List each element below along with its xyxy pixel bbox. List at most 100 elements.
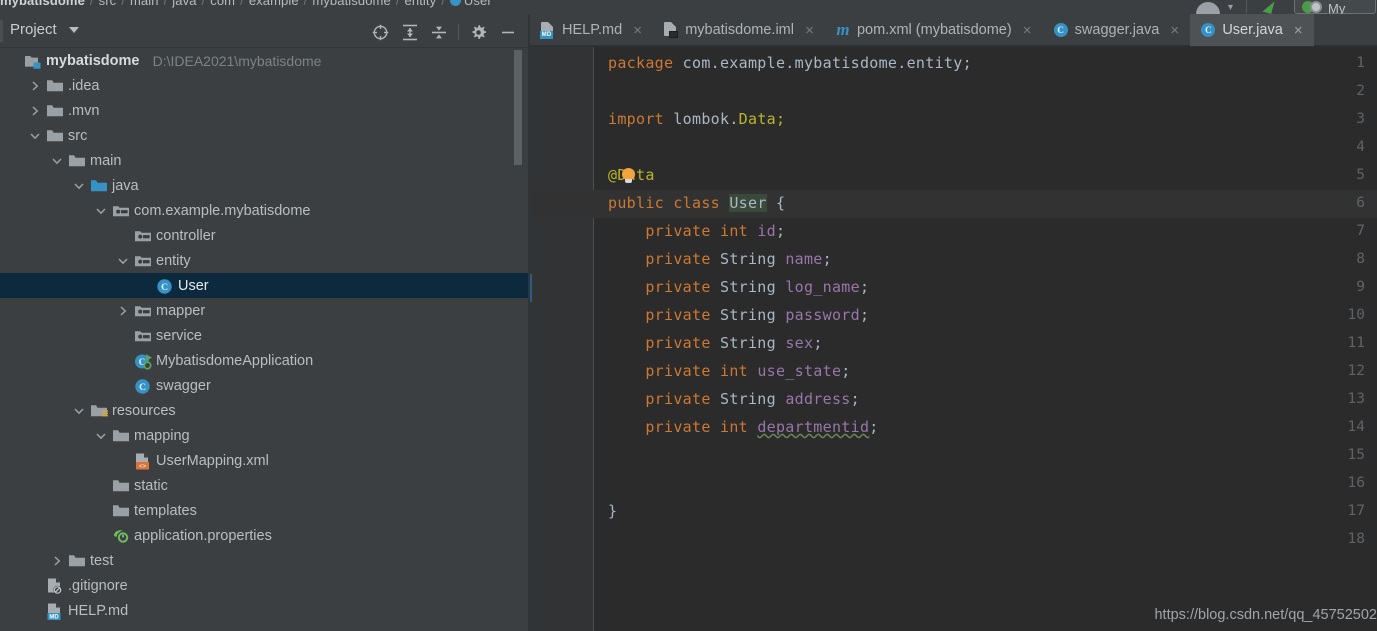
tree-row[interactable]: com.example.mybatisdome	[0, 198, 530, 223]
project-tree-scrollbar[interactable]	[514, 50, 522, 165]
tree-row[interactable]: controller	[0, 223, 530, 248]
code-line[interactable]: }	[608, 502, 617, 520]
tree-row[interactable]: .mvn	[0, 98, 530, 123]
code-line[interactable]: package com.example.mybatisdome.entity;	[608, 54, 972, 72]
tree-row[interactable]: .idea	[0, 73, 530, 98]
select-opened-file-icon[interactable]	[366, 22, 395, 42]
code-editor[interactable]: 1 2 3 4 5 6 7 8 9 10 11 12 13 14 15 16 17 18 package com.e…	[530, 47, 1377, 631]
collapse-all-icon[interactable]	[424, 22, 453, 42]
chevron-right-icon[interactable]	[116, 304, 130, 318]
code-line[interactable]: import lombok.Data;	[608, 110, 785, 128]
tree-row[interactable]: java	[0, 173, 530, 198]
editor-tab[interactable]: Cswagger.java ×	[1043, 14, 1191, 46]
line-number: 12	[1347, 363, 1365, 379]
breadcrumb-item[interactable]: entity	[405, 0, 437, 8]
breadcrumb-item[interactable]: mybatisdome	[312, 0, 390, 8]
spring-class-icon: C	[134, 353, 152, 369]
code-line[interactable]: private String password;	[608, 306, 869, 324]
spring-leaf-icon[interactable]	[1262, 0, 1275, 14]
chevron-down-icon[interactable]: ▾	[1228, 2, 1233, 13]
tree-row[interactable]: MD HELP.md	[0, 598, 530, 623]
code-token: lombok.	[673, 110, 739, 128]
breadcrumb-separator: /	[441, 0, 445, 8]
editor-tab-active[interactable]: C User.java ×	[1190, 14, 1314, 46]
tree-row[interactable]: mybatisdome D:\IDEA2021\mybatisdome	[0, 48, 530, 73]
close-icon[interactable]: ×	[1292, 23, 1305, 38]
source-root-icon	[90, 178, 108, 194]
tree-row[interactable]: C MybatisdomeApplication	[0, 348, 530, 373]
tree-row[interactable]: .gitignore	[0, 573, 530, 598]
chevron-down-icon[interactable]	[50, 154, 64, 168]
code-token: String	[719, 390, 786, 408]
tree-row[interactable]: mapping	[0, 423, 530, 448]
tree-row[interactable]: src	[0, 123, 530, 148]
gear-icon[interactable]	[464, 22, 493, 42]
tree-item-label: .idea	[68, 77, 100, 94]
code-line[interactable]: private String address;	[608, 390, 860, 408]
tree-row[interactable]: templates	[0, 498, 530, 523]
tree-row[interactable]: static	[0, 473, 530, 498]
code-line[interactable]: private int id;	[608, 222, 785, 240]
gutter-separator	[593, 47, 594, 631]
chevron-down-icon[interactable]	[72, 179, 86, 193]
code-line[interactable]: private String log_name;	[608, 278, 869, 296]
java-class-icon: C	[1053, 22, 1069, 38]
breadcrumb[interactable]: mybatisdome / src / main / java / com / example / my…	[0, 0, 492, 8]
breadcrumb-item[interactable]: java	[172, 0, 196, 8]
close-icon[interactable]: ×	[803, 23, 816, 38]
editor-tab[interactable]: m pom.xml (mybatisdome) ×	[825, 14, 1043, 46]
breadcrumb-separator: /	[201, 0, 206, 8]
breadcrumb-item[interactable]: src	[99, 0, 117, 8]
code-line[interactable]: private int use_state;	[608, 362, 851, 380]
tree-row[interactable]: <> UserMapping.xml	[0, 448, 530, 473]
breadcrumb-item[interactable]: example	[249, 0, 299, 8]
markdown-file-icon: MD	[46, 603, 64, 620]
close-icon[interactable]: ×	[631, 23, 644, 38]
tree-row-selected[interactable]: C User	[0, 273, 530, 298]
chevron-right-icon[interactable]	[50, 554, 64, 568]
code-token: int	[719, 362, 758, 380]
chevron-down-icon[interactable]	[28, 129, 42, 143]
project-panel-title[interactable]: Project	[10, 21, 57, 38]
breadcrumb-item[interactable]: User	[449, 0, 492, 8]
code-line[interactable]: private int departmentid;	[608, 418, 879, 436]
line-number: 2	[1356, 83, 1365, 99]
chevron-right-icon[interactable]	[28, 79, 42, 93]
project-tree[interactable]: mybatisdome D:\IDEA2021\mybatisdome .idea.…	[0, 48, 530, 631]
tree-row[interactable]: resources	[0, 398, 530, 423]
tree-row[interactable]: test	[0, 548, 530, 573]
tree-row[interactable]: application.properties	[0, 523, 530, 548]
code-token: private	[645, 390, 720, 408]
editor-gutter[interactable]	[530, 47, 594, 631]
tree-row[interactable]: service	[0, 323, 530, 348]
chevron-down-icon[interactable]	[116, 254, 130, 268]
chevron-right-icon[interactable]	[28, 104, 42, 118]
tree-row[interactable]: mapper	[0, 298, 530, 323]
chevron-down-icon[interactable]	[94, 204, 108, 218]
tree-row[interactable]: entity	[0, 248, 530, 273]
spring-properties-icon	[112, 528, 130, 544]
tree-item-label: mapping	[134, 427, 190, 444]
code-line[interactable]: private String name;	[608, 250, 832, 268]
code-line[interactable]: public class User {	[608, 194, 785, 212]
run-config-label: My	[1328, 1, 1346, 14]
breadcrumb-item[interactable]: com	[210, 0, 235, 8]
run-toolbar-icon[interactable]	[1196, 2, 1220, 14]
editor-tab[interactable]: MD HELP.md ×	[530, 14, 653, 46]
expand-all-icon[interactable]	[395, 22, 424, 42]
breadcrumb-item[interactable]: main	[130, 0, 159, 8]
chevron-down-icon[interactable]	[94, 429, 108, 443]
tree-row[interactable]: main	[0, 148, 530, 173]
tree-row[interactable]: Cswagger	[0, 373, 530, 398]
chevron-down-icon[interactable]	[69, 27, 79, 33]
chevron-down-icon[interactable]	[72, 404, 86, 418]
intention-bulb-icon[interactable]	[622, 168, 635, 184]
close-icon[interactable]: ×	[1168, 23, 1181, 38]
tree-item-label: resources	[112, 402, 176, 419]
editor-tab-label: HELP.md	[562, 22, 623, 38]
code-line[interactable]: private String sex;	[608, 334, 823, 352]
close-icon[interactable]: ×	[1021, 23, 1034, 38]
breadcrumb-item[interactable]: mybatisdome	[0, 0, 85, 8]
minimize-icon[interactable]	[493, 22, 522, 42]
editor-tab[interactable]: mybatisdome.iml ×	[653, 14, 825, 46]
